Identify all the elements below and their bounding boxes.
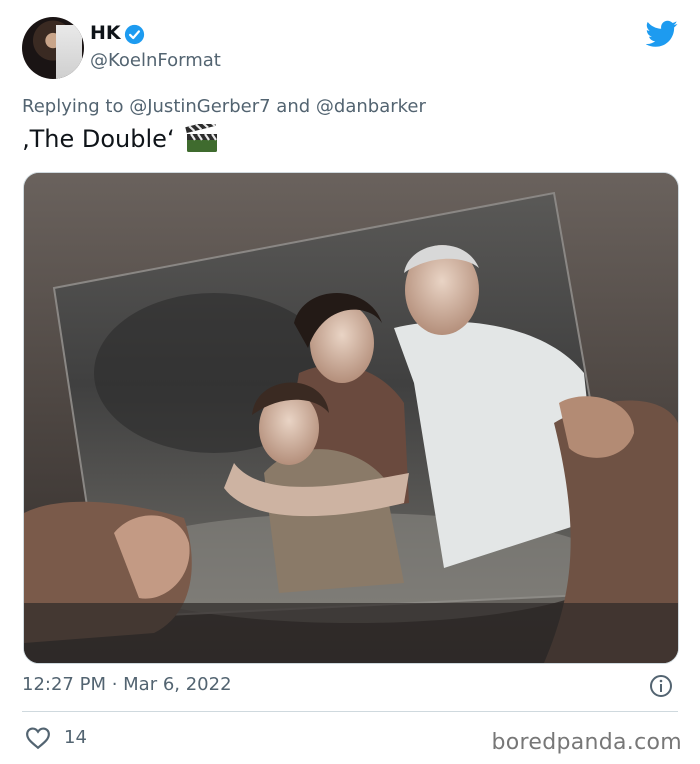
like-count[interactable]: 14	[64, 727, 87, 748]
tweet-photo[interactable]	[23, 172, 679, 664]
replying-to-joiner: and	[276, 96, 311, 117]
author-name[interactable]: HK	[90, 22, 121, 44]
replying-to-prefix: Replying to	[22, 96, 124, 117]
photo-image	[24, 173, 678, 663]
tweet-text: ‚The Double‘	[22, 124, 219, 154]
avatar[interactable]	[22, 17, 84, 79]
tweet-body: ‚The Double‘	[22, 125, 175, 153]
watermark: boredpanda.com	[491, 730, 682, 755]
tweet-timestamp[interactable]: 12:27 PM · Mar 6, 2022	[22, 674, 232, 695]
heart-icon[interactable]	[25, 726, 51, 750]
replying-to: Replying to @JustinGerber7 and @danbarke…	[22, 96, 426, 117]
divider	[22, 711, 678, 712]
twitter-bird-icon[interactable]	[646, 20, 678, 48]
reply-user-link[interactable]: @JustinGerber7	[129, 96, 270, 117]
reply-user-link[interactable]: @danbarker	[316, 96, 426, 117]
info-icon[interactable]	[649, 674, 673, 698]
verified-badge-icon	[124, 24, 145, 45]
clapper-board-icon	[184, 124, 217, 152]
author-handle[interactable]: @KoelnFormat	[90, 50, 221, 71]
